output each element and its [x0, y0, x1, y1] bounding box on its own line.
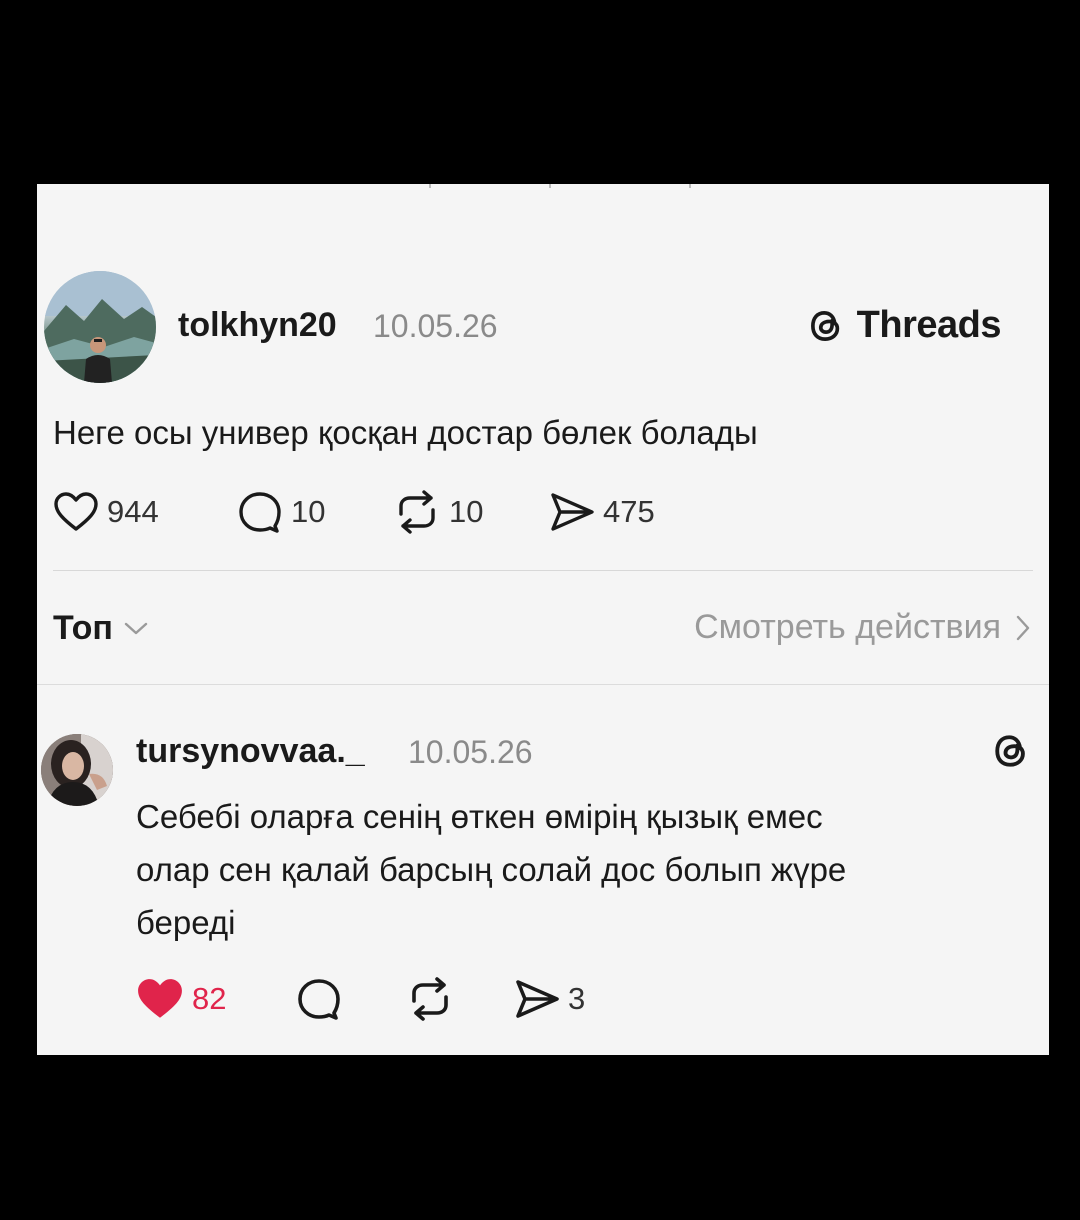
post-actions: 944 10 10 475: [53, 490, 753, 534]
post-text: Неге осы универ қосқан достар бөлек бола…: [53, 414, 758, 451]
comment-button[interactable]: 10: [237, 490, 325, 534]
sort-dropdown[interactable]: Топ: [53, 609, 149, 648]
reply-avatar[interactable]: [41, 734, 113, 806]
reply-text-line: Себебі оларға сенің өткен өмірің қызық е…: [136, 798, 823, 835]
heart-icon: [54, 492, 98, 531]
share-button[interactable]: 475: [549, 490, 655, 534]
chevron-right-icon: [1016, 615, 1030, 640]
reply-username[interactable]: tursynovvaa._: [136, 732, 365, 771]
comment-icon: [239, 492, 281, 533]
chevron-down-icon: [124, 622, 148, 634]
reply-text: Себебі оларға сенің өткен өмірің қызық е…: [136, 790, 1036, 949]
share-icon: [516, 980, 559, 1018]
threads-brand: Threads: [805, 304, 1002, 347]
repost-icon: [399, 490, 435, 534]
like-count: 944: [107, 494, 159, 529]
reply-share-button[interactable]: 3: [514, 977, 585, 1021]
reply-repost-button[interactable]: [406, 977, 454, 1021]
threads-brand-label: Threads: [856, 304, 1002, 346]
reply-text-line: береді: [136, 904, 236, 941]
view-activity-label: Смотреть действия: [694, 608, 1001, 646]
screenshot-card: tolkhyn20 10.05.26 Threads Неге осы унив…: [37, 184, 1049, 1055]
sort-label: Топ: [53, 609, 113, 647]
reply-like-count: 82: [192, 981, 227, 1016]
threads-logo-icon: [810, 310, 839, 341]
share-icon: [551, 493, 594, 531]
cropped-top-edge: [37, 184, 1049, 190]
reply-date: 10.05.26: [408, 734, 533, 770]
comment-icon: [298, 979, 340, 1020]
post-date: 10.05.26: [373, 308, 498, 344]
reply-like-button[interactable]: 82: [136, 977, 226, 1021]
divider: [37, 684, 1049, 685]
view-activity-link[interactable]: Смотреть действия: [694, 608, 1031, 647]
author-username[interactable]: tolkhyn20: [178, 306, 337, 345]
reply-text-line: олар сен қалай барсың солай дос болып жү…: [136, 851, 847, 888]
reply-comment-button[interactable]: [296, 977, 342, 1021]
heart-icon: [138, 979, 182, 1018]
repost-icon: [412, 977, 448, 1021]
divider: [53, 570, 1033, 571]
like-button[interactable]: 944: [53, 490, 159, 534]
threads-logo-icon[interactable]: [989, 729, 1033, 773]
share-count: 475: [603, 494, 655, 529]
reply-actions: 82 3: [136, 977, 736, 1021]
comment-count: 10: [291, 494, 326, 529]
author-avatar[interactable]: [44, 271, 156, 383]
repost-count: 10: [449, 494, 484, 529]
repost-button[interactable]: 10: [393, 490, 483, 534]
reply-share-count: 3: [568, 981, 586, 1016]
